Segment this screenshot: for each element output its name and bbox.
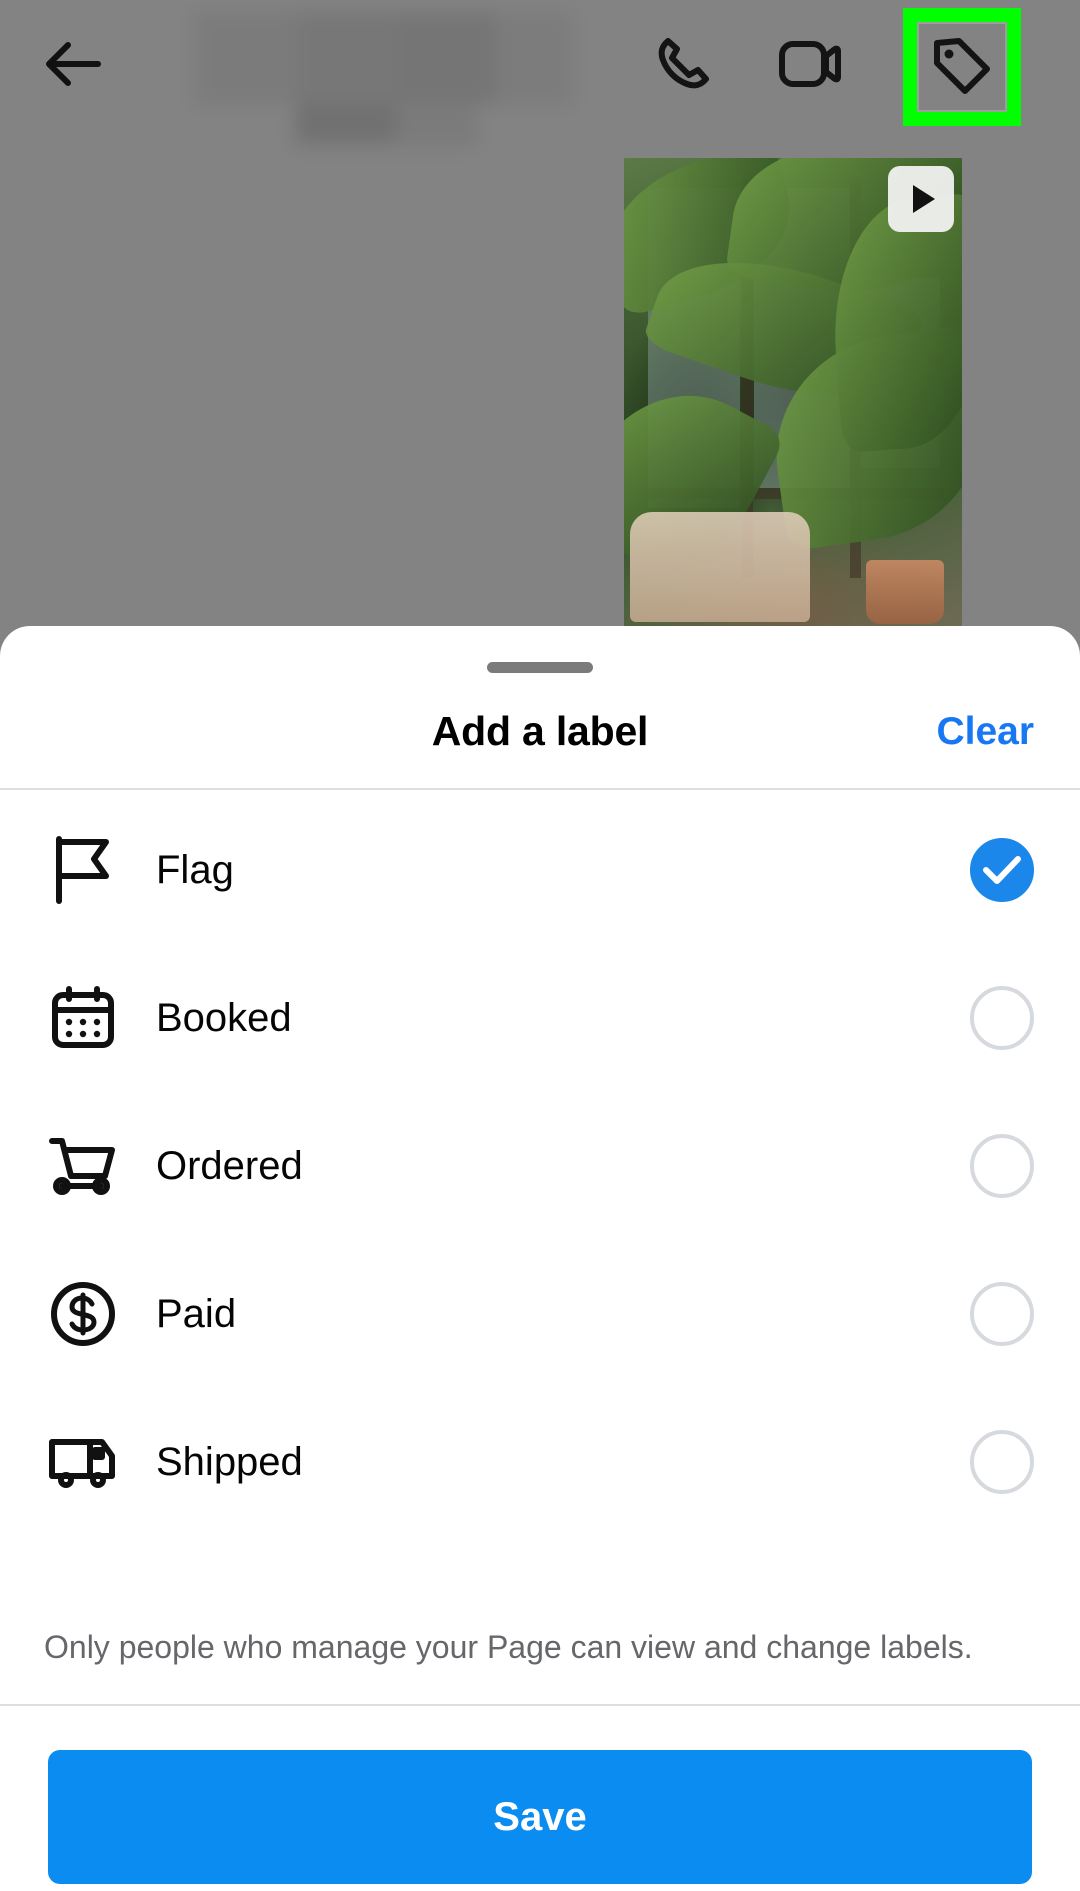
truck-icon xyxy=(46,1425,120,1499)
tag-icon xyxy=(929,33,993,95)
save-button-label: Save xyxy=(493,1795,586,1840)
video-camera-icon xyxy=(778,38,842,90)
sheet-header: Add a label Clear xyxy=(0,698,1080,790)
label-name: Flag xyxy=(156,848,970,893)
label-row-booked[interactable]: Booked xyxy=(0,944,1080,1092)
redacted-contact-name xyxy=(196,8,566,124)
label-list: Flag xyxy=(0,796,1080,1536)
sheet-drag-handle[interactable] xyxy=(487,662,593,673)
label-checkbox-shipped[interactable] xyxy=(970,1430,1034,1494)
label-tag-button[interactable] xyxy=(921,24,1001,104)
label-checkbox-booked[interactable] xyxy=(970,986,1034,1050)
phone-icon xyxy=(652,33,714,95)
label-checkbox-flag[interactable] xyxy=(970,838,1034,902)
flag-icon xyxy=(46,833,120,907)
label-row-flag[interactable]: Flag xyxy=(0,796,1080,944)
privacy-note: Only people who manage your Page can vie… xyxy=(44,1629,1044,1666)
app-screen: Add a label Clear Flag xyxy=(0,0,1080,1891)
header-divider xyxy=(0,788,1080,790)
play-button[interactable] xyxy=(888,166,954,232)
sheet-title: Add a label xyxy=(0,708,1080,755)
dollar-circle-icon xyxy=(46,1277,120,1351)
video-call-button[interactable] xyxy=(772,26,848,102)
label-row-paid[interactable]: Paid xyxy=(0,1240,1080,1388)
label-checkbox-paid[interactable] xyxy=(970,1282,1034,1346)
back-button[interactable] xyxy=(44,38,102,90)
add-label-sheet: Add a label Clear Flag xyxy=(0,626,1080,1891)
footer-divider xyxy=(0,1704,1080,1706)
clear-button[interactable]: Clear xyxy=(936,710,1034,754)
label-row-shipped[interactable]: Shipped xyxy=(0,1388,1080,1536)
back-arrow-icon xyxy=(44,38,102,90)
label-name: Paid xyxy=(156,1292,970,1337)
calendar-icon xyxy=(46,981,120,1055)
conversation-topbar xyxy=(0,0,1080,128)
label-name: Ordered xyxy=(156,1144,970,1189)
label-checkbox-ordered[interactable] xyxy=(970,1134,1034,1198)
label-row-ordered[interactable]: Ordered xyxy=(0,1092,1080,1240)
cart-icon xyxy=(46,1129,120,1203)
check-icon xyxy=(983,855,1021,885)
label-name: Shipped xyxy=(156,1440,970,1485)
video-message-thumbnail[interactable] xyxy=(624,158,962,628)
play-icon xyxy=(913,185,935,213)
voice-call-button[interactable] xyxy=(645,26,721,102)
save-button[interactable]: Save xyxy=(48,1750,1032,1884)
label-name: Booked xyxy=(156,996,970,1041)
